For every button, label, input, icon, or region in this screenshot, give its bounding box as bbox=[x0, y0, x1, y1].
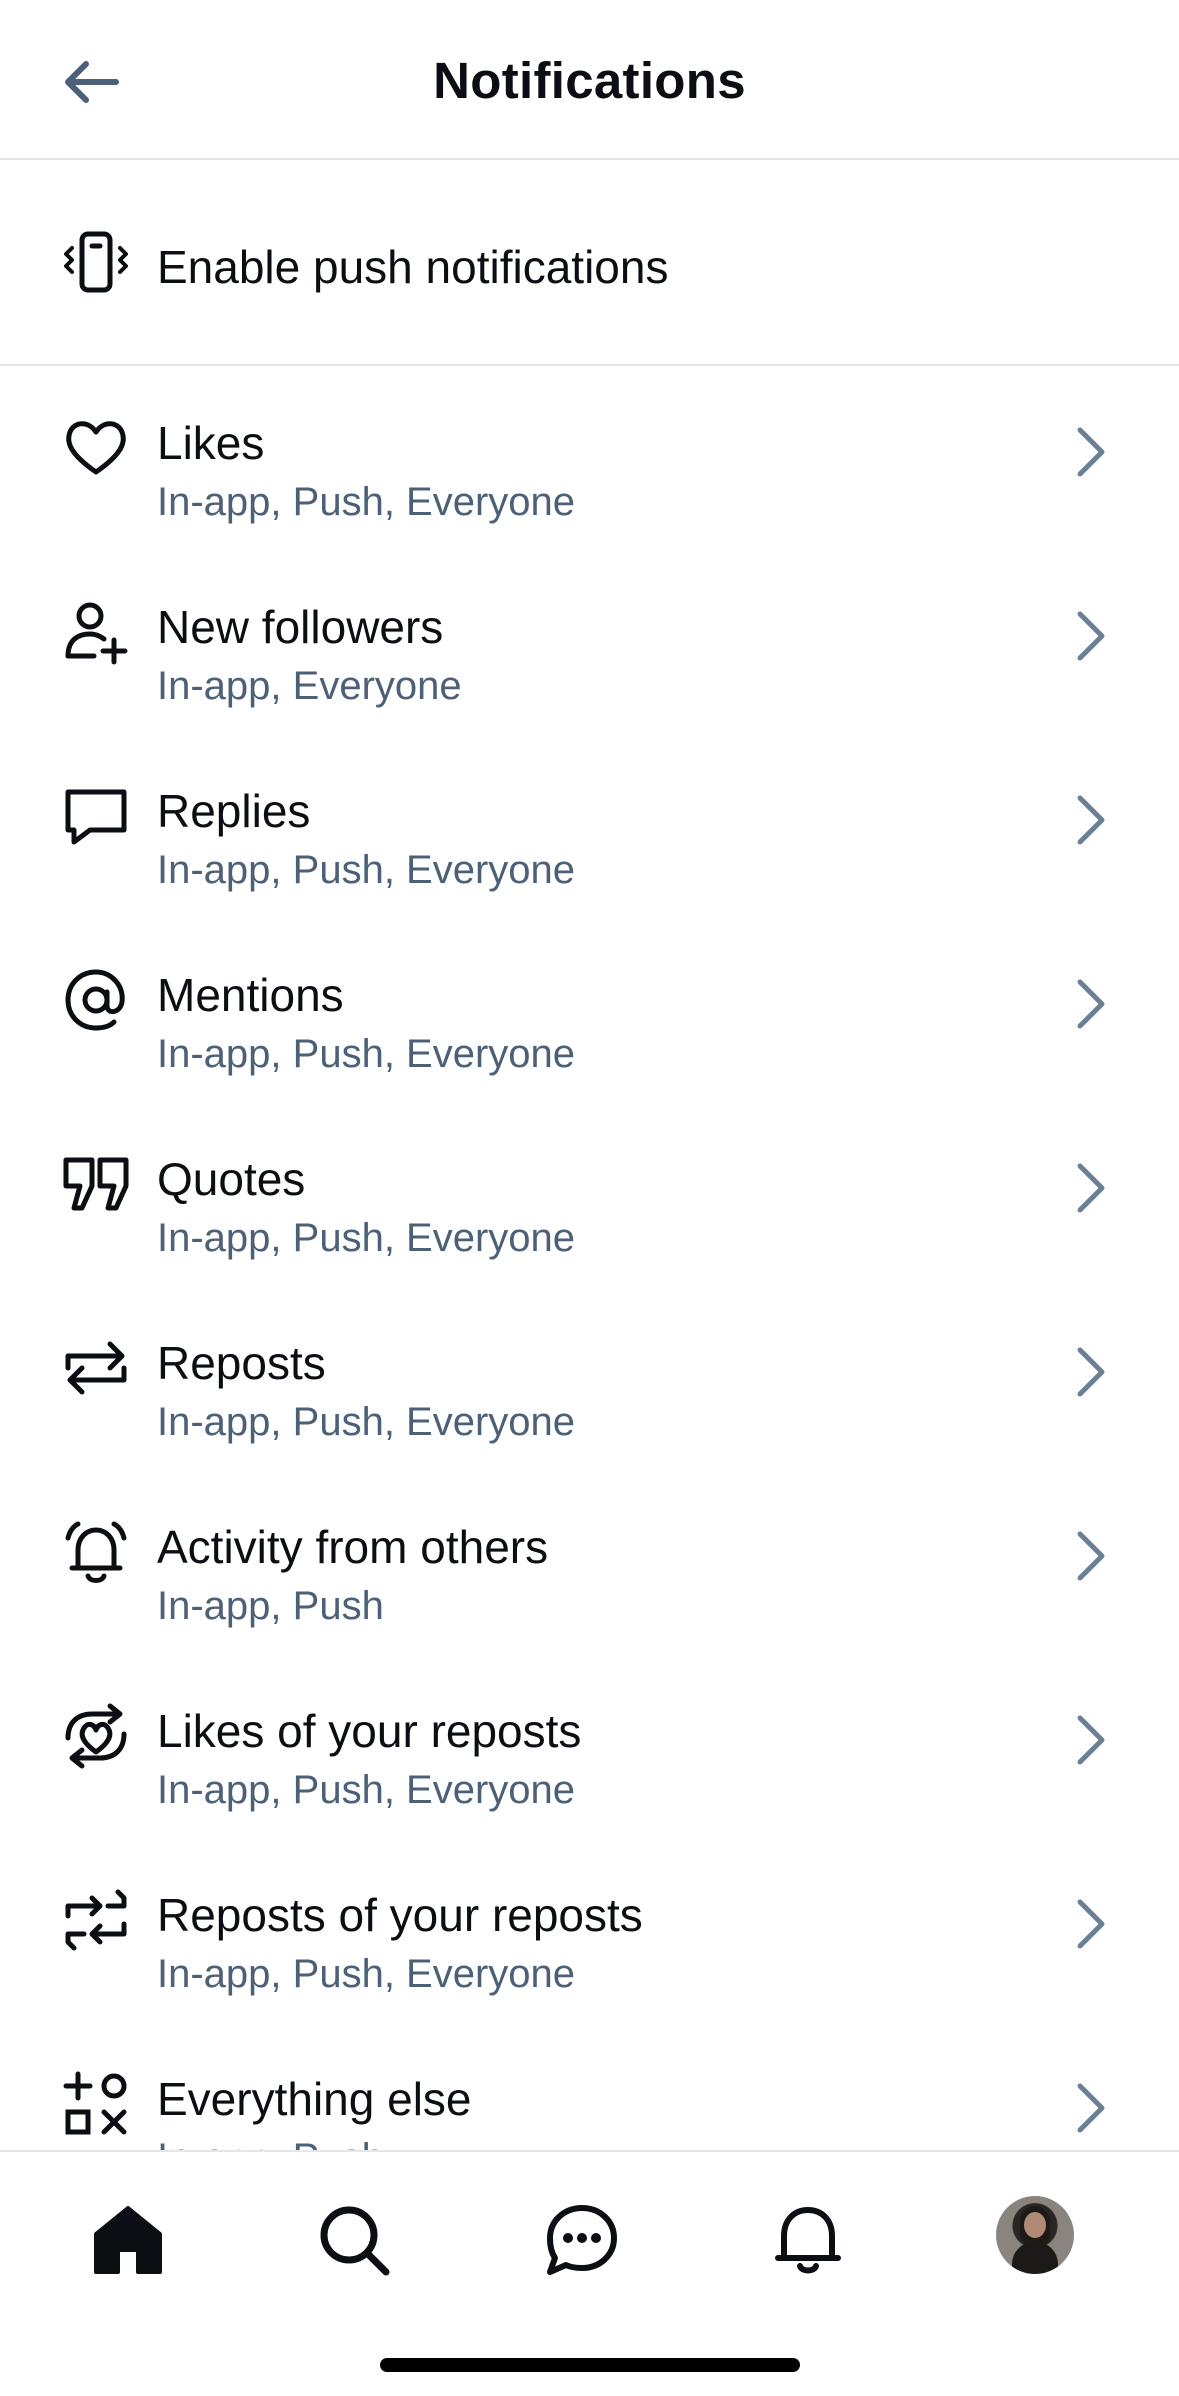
chevron-right-icon bbox=[1077, 979, 1105, 1029]
row-subtitle: In-app, Push, Everyone bbox=[157, 1952, 576, 1996]
chevron-right-icon bbox=[1077, 1899, 1105, 1949]
list-item-mentions[interactable]: Mentions In-app, Push, Everyone bbox=[0, 918, 1179, 1102]
row-title: Replies bbox=[157, 785, 311, 837]
chevron-right-icon bbox=[1077, 1163, 1105, 1213]
repost-icon bbox=[60, 1332, 132, 1404]
search-icon bbox=[320, 2206, 390, 2276]
header: Notifications bbox=[0, 0, 1179, 160]
notification-settings-list: Likes In-app, Push, Everyone New followe… bbox=[0, 366, 1179, 2150]
row-title: Likes of your reposts bbox=[157, 1705, 582, 1757]
bottom-tab-bar bbox=[0, 2150, 1179, 2396]
row-subtitle: In-app, Push, Everyone bbox=[157, 1032, 576, 1076]
row-subtitle: In-app, Everyone bbox=[157, 664, 462, 708]
list-item-new-followers[interactable]: New followers In-app, Everyone bbox=[0, 550, 1179, 734]
row-title: Reposts of your reposts bbox=[157, 1889, 643, 1941]
avatar[interactable] bbox=[996, 2196, 1074, 2274]
row-title: Quotes bbox=[157, 1153, 306, 1205]
heart-repost-icon bbox=[60, 1700, 132, 1772]
row-subtitle: In-app, Push, Everyone bbox=[157, 1400, 576, 1444]
heart-icon bbox=[60, 412, 132, 484]
list-item-reposts[interactable]: Reposts In-app, Push, Everyone bbox=[0, 1286, 1179, 1470]
row-title: New followers bbox=[157, 601, 444, 653]
row-subtitle: In-app, Push, Everyone bbox=[157, 1216, 576, 1260]
list-item-likes-of-your-reposts[interactable]: Likes of your reposts In-app, Push, Ever… bbox=[0, 1654, 1179, 1838]
chevron-right-icon bbox=[1077, 2083, 1105, 2133]
list-item-likes[interactable]: Likes In-app, Push, Everyone bbox=[0, 366, 1179, 550]
enable-push-label: Enable push notifications bbox=[157, 241, 669, 293]
row-subtitle: In-app, Push, Everyone bbox=[157, 480, 576, 524]
list-item-replies[interactable]: Replies In-app, Push, Everyone bbox=[0, 734, 1179, 918]
at-sign-icon bbox=[60, 964, 132, 1036]
repost-of-repost-icon bbox=[60, 1884, 132, 1956]
list-item-activity-from-others[interactable]: Activity from others In-app, Push bbox=[0, 1470, 1179, 1654]
row-subtitle: In-app, Push, Everyone bbox=[157, 1768, 576, 1812]
tab-chat[interactable] bbox=[534, 2192, 630, 2288]
chevron-right-icon bbox=[1077, 611, 1105, 661]
list-item-everything-else[interactable]: Everything else In-app, Push bbox=[0, 2022, 1179, 2150]
chevron-right-icon bbox=[1077, 427, 1105, 477]
quote-icon bbox=[60, 1148, 132, 1220]
home-icon bbox=[94, 2206, 162, 2274]
shapes-icon bbox=[60, 2068, 132, 2140]
page-title: Notifications bbox=[433, 51, 746, 109]
row-subtitle: In-app, Push, Everyone bbox=[157, 848, 576, 892]
speech-bubble-icon bbox=[60, 780, 132, 852]
chevron-right-icon bbox=[1077, 1715, 1105, 1765]
tab-notifications[interactable] bbox=[760, 2192, 856, 2288]
chevron-right-icon bbox=[1077, 1531, 1105, 1581]
chevron-right-icon bbox=[1077, 795, 1105, 845]
row-subtitle: In-app, Push bbox=[157, 1584, 384, 1628]
phone-vibrate-icon bbox=[60, 226, 132, 298]
row-subtitle: In-app, Push bbox=[157, 2136, 384, 2150]
row-title: Everything else bbox=[157, 2073, 472, 2125]
chat-icon bbox=[547, 2205, 617, 2275]
row-title: Activity from others bbox=[157, 1521, 549, 1573]
bell-ringing-icon bbox=[60, 1516, 132, 1588]
chevron-right-icon bbox=[1077, 1347, 1105, 1397]
bell-icon bbox=[775, 2207, 841, 2274]
list-item-reposts-of-your-reposts[interactable]: Reposts of your reposts In-app, Push, Ev… bbox=[0, 1838, 1179, 2022]
enable-push-row[interactable]: Enable push notifications bbox=[0, 160, 1179, 366]
tab-home[interactable] bbox=[80, 2192, 176, 2288]
list-item-quotes[interactable]: Quotes In-app, Push, Everyone bbox=[0, 1102, 1179, 1286]
row-title: Reposts bbox=[157, 1337, 326, 1389]
row-title: Likes bbox=[157, 417, 265, 469]
row-title: Mentions bbox=[157, 969, 344, 1021]
tab-search[interactable] bbox=[306, 2192, 402, 2288]
person-plus-icon bbox=[60, 596, 132, 668]
home-indicator bbox=[380, 2358, 800, 2372]
